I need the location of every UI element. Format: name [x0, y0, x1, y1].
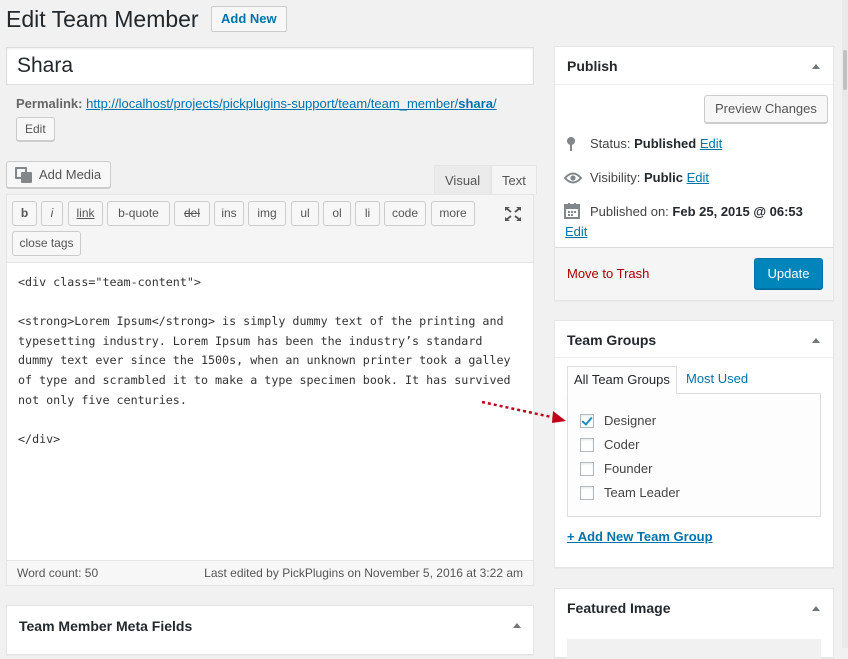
qt-link-button[interactable]: link [68, 201, 103, 226]
status-value: Published [634, 136, 697, 151]
permalink-link[interactable]: http://localhost/projects/pickplugins-su… [86, 96, 496, 111]
status-edit-link[interactable]: Edit [700, 136, 722, 151]
status-label: Status: [590, 136, 631, 151]
add-media-button[interactable]: Add Media [6, 161, 112, 188]
tab-text[interactable]: Text [491, 165, 537, 194]
scrollbar-thumb[interactable] [843, 50, 847, 90]
qt-ins-button[interactable]: ins [214, 201, 244, 226]
team-leader-checkbox[interactable] [580, 485, 594, 500]
scrollbar-track[interactable] [842, 0, 848, 648]
team-group-label: Team Leader [604, 485, 680, 500]
update-button[interactable]: Update [754, 258, 823, 289]
qt-bold-button[interactable]: b [12, 201, 37, 226]
tab-most-used[interactable]: Most Used [686, 366, 748, 394]
team-groups-title: Team Groups [567, 332, 657, 348]
tab-all-team-groups[interactable]: All Team Groups [567, 366, 677, 394]
annotation-arrow-icon [481, 400, 566, 423]
qt-italic-button[interactable]: i [41, 201, 63, 226]
move-to-trash-link[interactable]: Move to Trash [567, 266, 649, 281]
preview-changes-button[interactable]: Preview Changes [704, 95, 828, 123]
post-title-input[interactable] [6, 47, 534, 85]
add-new-team-group-link[interactable]: + Add New Team Group [567, 529, 713, 544]
tab-visual[interactable]: Visual [434, 165, 492, 194]
pin-icon [567, 137, 575, 151]
fullscreen-icon[interactable] [504, 206, 522, 222]
qt-img-button[interactable]: img [248, 201, 286, 226]
permalink-slug: shara [458, 96, 493, 111]
qt-ul-button[interactable]: ul [291, 201, 319, 226]
quicktags-toolbar: b i link b-quote del ins img ul ol li co… [7, 195, 533, 263]
published-on-label: Published on: [590, 204, 669, 219]
calendar-icon [564, 203, 580, 219]
add-new-button[interactable]: Add New [211, 6, 287, 32]
published-on-edit-link[interactable]: Edit [565, 224, 587, 239]
team-group-label: Designer [604, 413, 657, 428]
visibility-label: Visibility: [590, 170, 641, 185]
team-groups-toggle-icon[interactable] [812, 338, 820, 343]
team-group-label: Coder [604, 437, 640, 452]
edit-permalink-button[interactable]: Edit [16, 117, 55, 141]
qt-code-button[interactable]: code [384, 201, 426, 226]
visibility-edit-link[interactable]: Edit [687, 170, 709, 185]
qt-li-button[interactable]: li [355, 201, 380, 226]
publish-title: Publish [567, 58, 618, 74]
founder-checkbox[interactable] [580, 461, 594, 476]
publish-toggle-icon[interactable] [812, 64, 820, 69]
team-group-coder[interactable]: Coder [580, 437, 639, 452]
team-group-designer[interactable]: Designer [580, 413, 656, 428]
word-count: Word count: 50 [17, 566, 99, 580]
designer-checkbox[interactable] [580, 413, 594, 428]
eye-icon [564, 172, 582, 184]
qt-close-tags-button[interactable]: close tags [12, 231, 81, 256]
editor-content[interactable]: <div class="team-content"> <strong>Lorem… [18, 273, 523, 449]
media-icon [15, 166, 33, 183]
page-title: Edit Team Member [6, 6, 199, 32]
permalink-row: Permalink: http://localhost/projects/pic… [16, 96, 497, 111]
published-on-value: Feb 25, 2015 @ 06:53 [672, 204, 803, 219]
permalink-base: http://localhost/projects/pickplugins-su… [86, 96, 459, 111]
team-group-team-leader[interactable]: Team Leader [580, 485, 680, 500]
visibility-row: Visibility: Public Edit [590, 170, 709, 185]
text-editor: b i link b-quote del ins img ul ol li co… [6, 194, 534, 586]
editor-status-bar: Word count: 50 Last edited by PickPlugin… [7, 560, 533, 585]
permalink-label: Permalink: [16, 96, 83, 111]
meta-fields-title: Team Member Meta Fields [19, 618, 193, 634]
team-group-label: Founder [604, 461, 653, 476]
team-group-founder[interactable]: Founder [580, 461, 652, 476]
published-on-row: Published on: Feb 25, 2015 @ 06:53 [590, 204, 803, 219]
status-row: Status: Published Edit [590, 136, 722, 151]
add-media-label: Add Media [39, 167, 102, 182]
qt-ol-button[interactable]: ol [323, 201, 351, 226]
qt-bquote-button[interactable]: b-quote [107, 201, 170, 226]
visibility-value: Public [643, 170, 683, 185]
featured-image-title: Featured Image [567, 600, 671, 616]
qt-del-button[interactable]: del [174, 201, 210, 226]
last-edited: Last edited by PickPlugins on November 5… [204, 566, 523, 580]
permalink-trailing: / [492, 96, 497, 111]
meta-fields-toggle-icon[interactable] [513, 623, 521, 628]
coder-checkbox[interactable] [580, 437, 594, 452]
featured-image-toggle-icon[interactable] [812, 606, 820, 611]
qt-more-button[interactable]: more [431, 201, 475, 226]
